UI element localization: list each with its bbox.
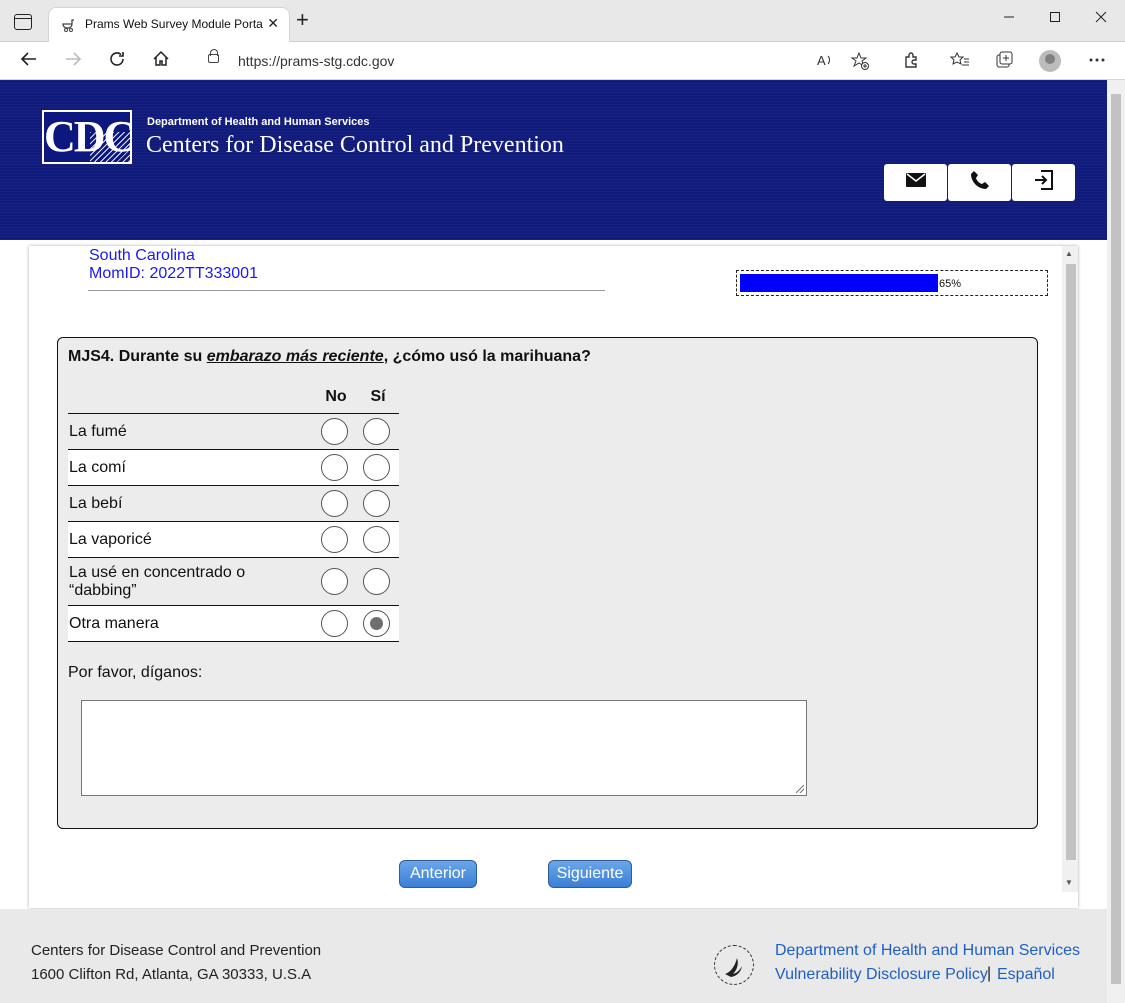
answer-row: La vaporicé: [68, 521, 399, 557]
logout-button[interactable]: [1012, 164, 1075, 201]
radio-si[interactable]: [363, 454, 390, 481]
profile-avatar[interactable]: [1039, 50, 1061, 72]
logo-lines: [90, 132, 130, 162]
radio-si[interactable]: [363, 568, 390, 595]
row-label: La usé en concentrado o “dabbing”: [69, 564, 246, 599]
site-footer: Centers for Disease Control and Preventi…: [0, 909, 1107, 1003]
scroll-down-icon[interactable]: ▼: [1065, 878, 1073, 887]
radio-no[interactable]: [321, 568, 348, 595]
cdc-logo[interactable]: CDC: [42, 110, 132, 164]
phone-button[interactable]: [948, 164, 1011, 201]
new-tab-icon[interactable]: +: [296, 9, 309, 31]
vulnerability-policy-link[interactable]: Vulnerability Disclosure Policy: [775, 966, 988, 984]
tab-actions-icon[interactable]: [14, 14, 32, 30]
footer-address: 1600 Clifton Rd, Atlanta, GA 30333, U.S.…: [31, 966, 312, 983]
svg-text:A: A: [817, 53, 826, 68]
browser-titlebar: Prams Web Survey Module Portal ✕ +: [0, 0, 1125, 42]
browser-toolbar: https://prams-stg.cdc.gov A: [0, 42, 1125, 80]
question-box: MJS4. Durante su embarazo más reciente, …: [57, 337, 1038, 829]
tab-title: Prams Web Survey Module Portal: [85, 17, 263, 31]
survey-panel: South Carolina MomID: 2022TT333001 65% M…: [29, 246, 1078, 908]
divider: [88, 290, 605, 291]
question-emphasis: embarazo más reciente: [206, 348, 384, 365]
respondent-momid: MomID: 2022TT333001: [89, 265, 258, 282]
favorites-icon[interactable]: [949, 51, 970, 74]
minimize-icon[interactable]: [1003, 10, 1015, 28]
radio-no[interactable]: [321, 454, 348, 481]
column-header-si: Sí: [370, 388, 386, 405]
question-suffix: , ¿cómo usó la marihuana?: [383, 348, 591, 365]
browser-tab[interactable]: Prams Web Survey Module Portal ✕: [48, 7, 290, 42]
row-label: La vaporicé: [69, 531, 152, 548]
page-viewport: CDC Department of Health and Human Servi…: [0, 80, 1125, 1003]
maximize-icon[interactable]: [1049, 10, 1061, 28]
radio-no[interactable]: [321, 418, 348, 445]
close-tab-icon[interactable]: ✕: [267, 15, 279, 32]
more-menu-icon[interactable]: [1088, 51, 1106, 74]
question-prefix: MJS4. Durante su: [68, 348, 207, 365]
home-icon[interactable]: [152, 50, 170, 72]
footer-org: Centers for Disease Control and Preventi…: [31, 942, 322, 959]
page-scrollbar[interactable]: [1107, 80, 1125, 1003]
stroller-icon: [61, 17, 77, 33]
mail-icon: [905, 172, 926, 193]
question-text: MJS4. Durante su embarazo más reciente, …: [68, 348, 591, 366]
row-label: Otra manera: [69, 615, 159, 632]
logout-icon: [1034, 170, 1054, 195]
read-aloud-icon[interactable]: A: [816, 51, 834, 73]
row-label: La comí: [69, 459, 126, 476]
row-label: La fumé: [69, 423, 127, 440]
radio-si[interactable]: [363, 610, 390, 637]
collections-icon[interactable]: [995, 51, 1015, 74]
panel-scrollbar[interactable]: ▲ ▼: [1062, 246, 1078, 892]
hhs-seal-icon: [714, 945, 754, 985]
progress-label: 65%: [939, 278, 962, 290]
followup-textarea[interactable]: [81, 700, 807, 796]
add-favorite-icon[interactable]: [850, 51, 870, 75]
email-button[interactable]: [884, 164, 947, 201]
answer-row: La usé en concentrado o “dabbing”: [68, 557, 399, 605]
answer-row: La bebí: [68, 485, 399, 521]
lock-icon[interactable]: [208, 49, 219, 63]
radio-no[interactable]: [321, 526, 348, 553]
department-name: Department of Health and Human Services: [147, 116, 370, 128]
answer-row: La comí: [68, 449, 399, 485]
back-icon[interactable]: [20, 50, 38, 72]
extensions-icon[interactable]: [902, 51, 920, 74]
answer-row: Otra manera: [68, 605, 399, 642]
progress-bar: 65%: [736, 270, 1048, 296]
radio-si[interactable]: [363, 490, 390, 517]
answer-row: La fumé: [68, 413, 399, 449]
followup-prompt: Por favor, díganos:: [68, 664, 203, 681]
forward-icon[interactable]: [64, 50, 82, 72]
row-label: La bebí: [69, 495, 123, 512]
url-text[interactable]: https://prams-stg.cdc.gov: [238, 53, 394, 69]
page-scroll-thumb[interactable]: [1111, 94, 1121, 984]
phone-icon: [970, 170, 990, 195]
previous-button[interactable]: Anterior: [399, 860, 477, 888]
agency-name: Centers for Disease Control and Preventi…: [146, 132, 564, 158]
radio-no[interactable]: [321, 610, 348, 637]
refresh-icon[interactable]: [108, 50, 126, 72]
scroll-up-icon[interactable]: ▲: [1065, 249, 1073, 258]
radio-si[interactable]: [363, 526, 390, 553]
resize-grip-icon[interactable]: [796, 785, 804, 793]
header-actions: [884, 164, 1076, 201]
site-header: CDC Department of Health and Human Servi…: [0, 80, 1107, 240]
close-window-icon[interactable]: [1095, 10, 1107, 28]
hhs-link[interactable]: Department of Health and Human Services: [775, 942, 1080, 960]
radio-si[interactable]: [363, 418, 390, 445]
radio-no[interactable]: [321, 490, 348, 517]
respondent-state: South Carolina: [89, 247, 195, 264]
address-bar[interactable]: https://prams-stg.cdc.gov A: [190, 46, 882, 76]
progress-fill: [740, 274, 938, 292]
spanish-link[interactable]: Español: [997, 966, 1055, 984]
footer-separator: |: [987, 965, 992, 982]
next-button[interactable]: Siguiente: [548, 860, 632, 888]
panel-scroll-thumb[interactable]: [1066, 264, 1076, 860]
column-header-no: No: [325, 388, 347, 405]
